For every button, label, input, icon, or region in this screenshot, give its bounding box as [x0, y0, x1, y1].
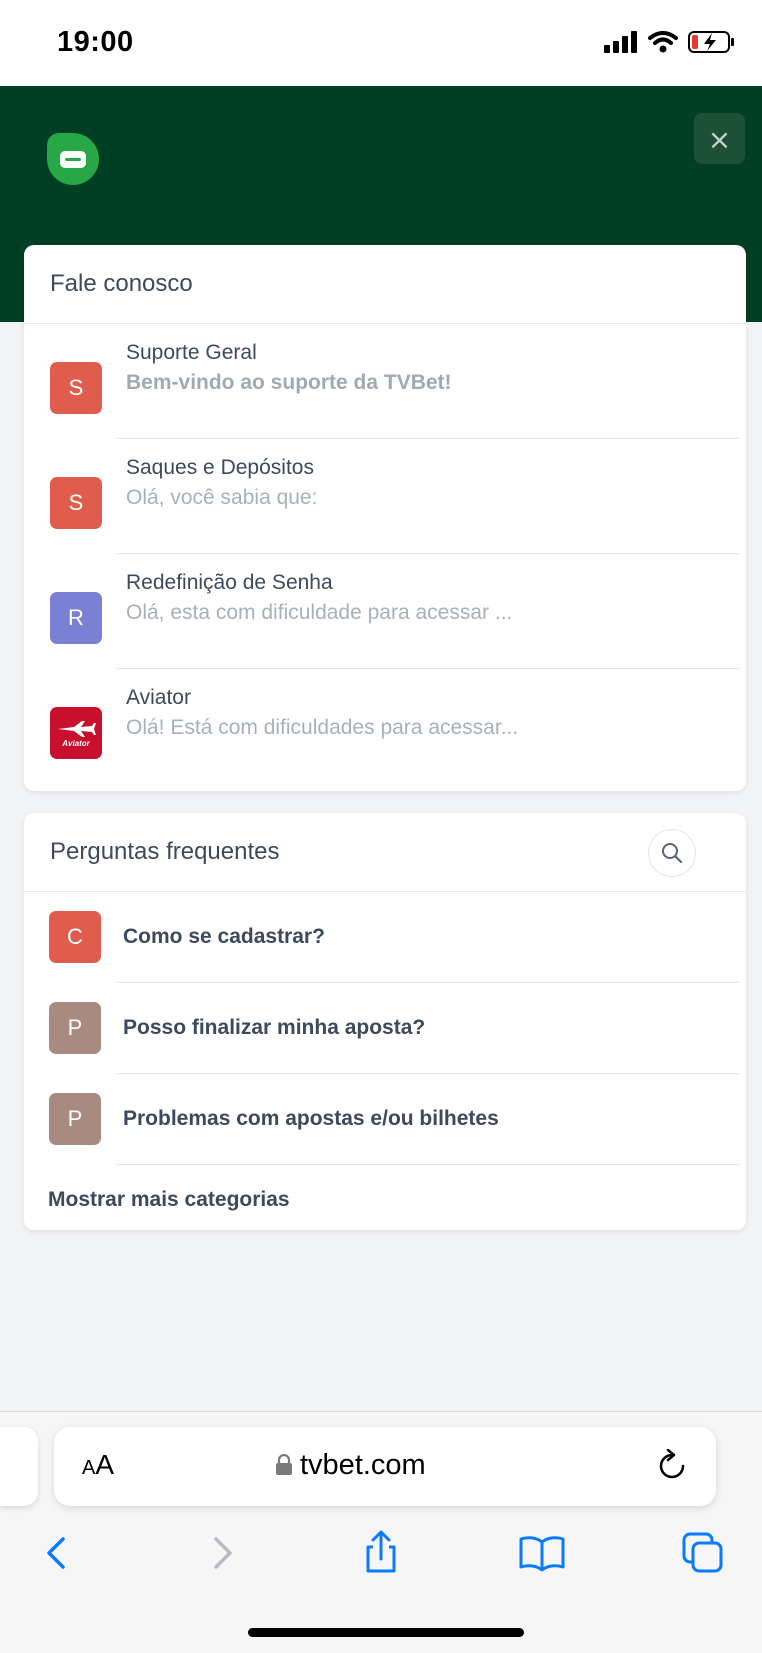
faq-item-cadastrar[interactable]: C Como se cadastrar? [24, 892, 746, 983]
close-button[interactable]: × [694, 113, 745, 164]
faq-item-problemas[interactable]: P Problemas com apostas e/ou bilhetes [24, 1074, 746, 1165]
contact-name: Aviator [126, 686, 191, 709]
contact-message: Olá, você sabia que: [126, 486, 318, 509]
aviator-logo-label: Aviator [62, 738, 90, 748]
book-icon [519, 1536, 565, 1572]
status-icons [604, 30, 736, 54]
url-bar[interactable]: AA tvbet.com [54, 1427, 716, 1506]
forward-button[interactable] [193, 1525, 249, 1581]
contact-name: Suporte Geral [126, 341, 257, 364]
signal-icon [604, 31, 637, 53]
faq-header: Perguntas frequentes [24, 813, 746, 892]
tabs-icon [682, 1532, 723, 1573]
avatar: C [49, 911, 101, 963]
contact-message: Olá, esta com dificuldade para acessar .… [126, 601, 513, 624]
contact-card: Fale conosco S Suporte Geral Bem-vindo a… [24, 245, 746, 791]
chevron-left-icon [47, 1537, 65, 1569]
contact-message: Bem-vindo ao suporte da TVBet! [126, 371, 452, 394]
contact-name: Saques e Depósitos [126, 456, 314, 479]
aviator-logo-icon: Aviator [50, 707, 102, 759]
faq-text: Problemas com apostas e/ou bilhetes [123, 1107, 499, 1130]
contact-item-saques[interactable]: S Saques e Depósitos Olá, você sabia que… [24, 439, 746, 554]
faq-text: Como se cadastrar? [123, 925, 325, 948]
reload-icon[interactable] [656, 1449, 688, 1483]
faq-card: Perguntas frequentes C Como se cadastrar… [24, 813, 746, 1230]
contact-item-suporte-geral[interactable]: S Suporte Geral Bem-vindo ao suporte da … [24, 324, 746, 439]
avatar: R [50, 592, 102, 644]
home-indicator [248, 1628, 524, 1637]
chat-logo-icon [47, 133, 99, 185]
contact-item-senha[interactable]: R Redefinição de Senha Olá, esta com dif… [24, 554, 746, 669]
previous-tab-url-bar[interactable] [0, 1427, 38, 1506]
bookmarks-button[interactable] [514, 1525, 570, 1581]
contact-title: Fale conosco [24, 245, 746, 324]
avatar: P [49, 1002, 101, 1054]
share-button[interactable] [353, 1525, 409, 1581]
status-time: 19:00 [57, 26, 134, 58]
url-text: tvbet.com [300, 1449, 426, 1481]
contact-name: Redefinição de Senha [126, 571, 333, 594]
search-icon [662, 843, 683, 864]
avatar: S [50, 477, 102, 529]
show-more-categories-link[interactable]: Mostrar mais categorias [48, 1188, 290, 1212]
lock-icon [276, 1454, 292, 1475]
battery-charging-icon [688, 31, 734, 53]
avatar: P [49, 1093, 101, 1145]
share-icon [366, 1530, 396, 1573]
search-button[interactable] [648, 829, 696, 877]
status-bar: 19:00 [0, 0, 762, 86]
faq-title: Perguntas frequentes [50, 838, 280, 865]
contact-item-aviator[interactable]: Aviator Aviator Olá! Está com dificuldad… [24, 669, 746, 784]
tabs-button[interactable] [676, 1525, 732, 1581]
browser-nav-row [0, 1525, 762, 1585]
faq-item-finalizar[interactable]: P Posso finalizar minha aposta? [24, 983, 746, 1074]
chevron-right-icon [214, 1537, 232, 1569]
wifi-icon [648, 31, 678, 53]
reader-aa-button[interactable]: AA [82, 1449, 114, 1481]
contact-message: Olá! Está com dificuldades para acessar.… [126, 716, 519, 739]
avatar: S [50, 362, 102, 414]
back-button[interactable] [30, 1525, 86, 1581]
faq-text: Posso finalizar minha aposta? [123, 1016, 426, 1039]
